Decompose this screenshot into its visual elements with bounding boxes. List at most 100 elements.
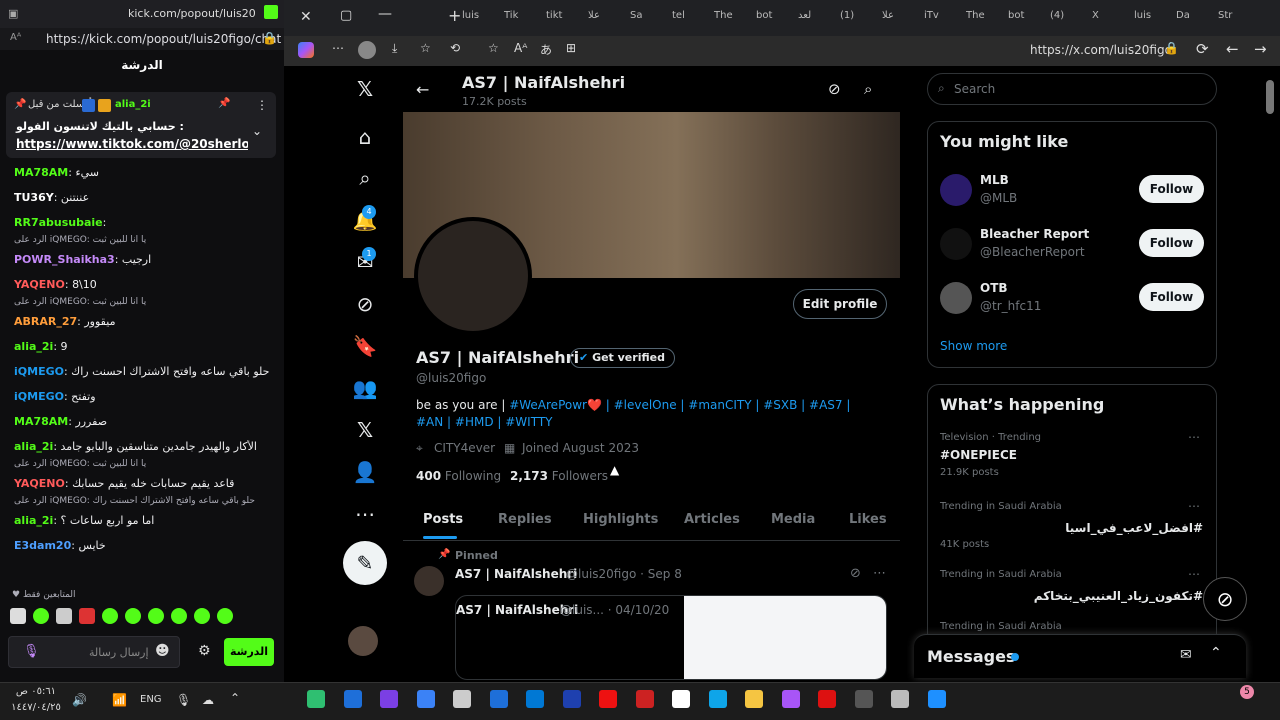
favorites-icon[interactable]: ☆ [420,41,431,55]
chevron-down-icon[interactable]: ⌄ [252,124,262,138]
emote-icon[interactable] [194,608,210,624]
browser-tab[interactable]: bot [1008,10,1046,26]
back-icon[interactable]: ← [1226,40,1239,58]
gear-icon[interactable]: ⚙ [198,643,211,659]
chat-message[interactable]: YAQENO: 8\10 [14,278,276,291]
browser-tab[interactable]: Sa [630,10,668,26]
app-icon[interactable] [307,690,325,708]
browser-tab[interactable]: Tik [504,10,542,26]
post-author[interactable]: AS7 | NaifAlshehri [455,567,577,581]
chat-username[interactable]: alia_2i [14,514,53,527]
app-icon[interactable] [380,690,398,708]
emote-icon[interactable] [171,608,187,624]
emote-icon[interactable] [79,608,95,624]
more-icon[interactable]: ⋯ [332,41,344,55]
follow-button[interactable]: Follow [1139,283,1204,311]
pinned-message[interactable]: 📌 أرسلت من قبل alia_2i 📌 ⋮ حسابي بالتيك … [6,92,276,158]
chat-message[interactable]: POWR_Shaikha3: ارجيب [14,253,276,266]
word-icon[interactable] [489,690,508,708]
clock-date[interactable]: ١٤٤٧/٠٤/٢٥ [6,702,66,713]
chat-message[interactable]: MA78AM: سيء [14,166,276,179]
browser-tab[interactable]: tel [672,10,710,26]
chat-username[interactable]: ABRAR_27 [14,315,77,328]
chat-username[interactable]: TU36Y [14,191,54,204]
browser-tab[interactable]: bot [756,10,794,26]
forward-icon[interactable]: → [1254,40,1267,58]
chat-username[interactable]: RR7abusubaie [14,216,103,229]
post-avatar[interactable] [414,566,444,596]
followers-link[interactable]: 2,173 Followers [510,469,608,483]
chevron-up-icon[interactable]: ⌃ [1210,645,1222,661]
close-window-icon[interactable]: ✕ [300,9,312,25]
trend-name[interactable]: #افضل_لاعب_في_اسيا [1065,521,1203,535]
suggestion-avatar[interactable] [940,228,972,260]
emote-icon[interactable] [102,608,118,624]
chat-username[interactable]: YAQENO [14,477,65,490]
chat-message[interactable]: iQMEGO: حلو باقي ساعه وافتح الاشتراك احس… [14,365,276,378]
chat-username[interactable]: YAQENO [14,278,65,291]
chat-username[interactable]: MA78AM [14,166,68,179]
browser-tab[interactable]: علا [882,10,920,26]
chat-username[interactable]: E3dam20 [14,539,71,552]
chat-username[interactable]: POWR_Shaikha3 [14,253,115,266]
profile-tab[interactable]: Replies [498,512,552,527]
browser-tab[interactable]: Da [1176,10,1214,26]
suggestion-name[interactable]: Bleacher Report [980,227,1089,241]
onedrive-icon[interactable]: ☁ [202,693,214,707]
communities-icon[interactable]: 👥 [350,373,380,403]
chat-username[interactable]: MA78AM [14,415,68,428]
post-button[interactable]: ✎ [343,541,387,585]
chat-username[interactable]: iQMEGO [14,365,64,378]
new-tab-icon[interactable]: + [448,6,461,25]
app-icon[interactable] [453,690,471,708]
new-message-icon[interactable]: ✉ [1180,647,1192,663]
address-url[interactable]: https://x.com/luis20figo [1030,43,1172,57]
wifi-icon[interactable]: 📶 [112,693,127,707]
explore-icon[interactable]: ⌕ [350,163,380,193]
search-input[interactable]: ⌕ Search [927,73,1217,105]
premium-icon[interactable]: 𝕏 [350,415,380,445]
trend-name[interactable]: #تكفون_زياد_العنيبي_بتخاكم [1034,589,1203,603]
search-icon[interactable] [891,690,909,708]
suggestion-avatar[interactable] [940,282,972,314]
emote-icon[interactable] [217,608,233,624]
chat-username[interactable]: alia_2i [14,340,53,353]
file-explorer-icon[interactable] [745,690,763,708]
chat-message[interactable]: RR7abusubaie: [14,216,276,229]
sound-icon[interactable]: 🔊 [72,693,87,707]
follow-button[interactable]: Follow [1139,229,1204,257]
account-avatar[interactable] [348,626,378,656]
chat-message[interactable]: alia_2i: اما مو اربع ساعات ؟ [14,514,276,527]
follow-button[interactable]: Follow [1139,175,1204,203]
kick-url[interactable]: https://kick.com/popout/luis20figo/chat [46,32,281,46]
profile-avatar[interactable] [414,217,532,335]
quote-image[interactable] [684,596,886,679]
browser-tab[interactable]: علا [588,10,626,26]
browser-tab[interactable]: luis [462,10,500,26]
refresh-icon[interactable]: ⟳ [1196,40,1209,58]
profile-tab[interactable]: Articles [684,512,740,527]
send-chat-button[interactable]: الدرشة [224,638,274,666]
trend-more-icon[interactable]: ⋯ [1188,567,1200,581]
browser-tab[interactable]: Str [1218,10,1256,26]
chat-message[interactable]: iQMEGO: وتفتح [14,390,276,403]
split-screen-icon[interactable]: ⊞ [566,41,576,55]
more-options-icon[interactable]: ⋮ [256,98,268,112]
app-icon[interactable] [416,690,435,708]
add-favorite-icon[interactable]: ☆ [488,41,499,55]
bookmarks-icon[interactable]: 🔖 [350,331,380,361]
outlook-icon[interactable] [526,690,544,708]
emote-icon[interactable] [148,608,164,624]
search-icon[interactable]: ⌕ [864,80,872,98]
x-logo-icon[interactable]: 𝕏 [350,74,380,104]
grok-header-icon[interactable]: ⊘ [828,80,841,98]
trend-more-icon[interactable]: ⋯ [1188,430,1200,444]
windows-start-icon[interactable] [927,690,946,708]
copilot-icon[interactable] [298,42,314,58]
app-icon[interactable] [562,690,581,708]
suggestion-avatar[interactable] [940,174,972,206]
profile-icon[interactable] [358,41,376,59]
copilot-icon[interactable] [781,690,800,708]
profile-tab[interactable]: Posts [423,512,463,527]
quoted-post[interactable]: AS7 | NaifAlshehri @luis... · 04/10/20 [455,595,887,680]
